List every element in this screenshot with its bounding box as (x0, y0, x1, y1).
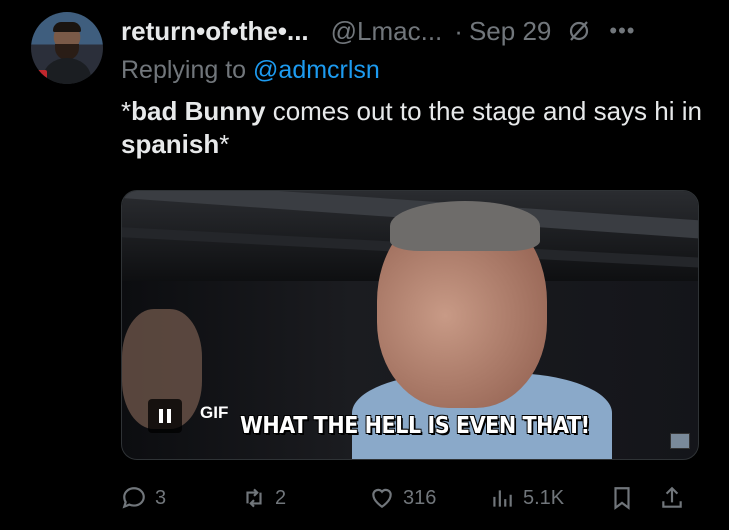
tweet-text-part: * (219, 129, 230, 159)
tweet-text-bold: bad Bunny (131, 96, 266, 126)
bookmark-icon (614, 487, 630, 510)
tweet-text-bold: spanish (121, 129, 220, 159)
repost-button[interactable]: 2 (241, 485, 286, 511)
reply-button[interactable]: 3 (121, 485, 166, 511)
action-bar: 3 2 316 5.1K (121, 480, 709, 516)
replying-prefix: Replying to (121, 56, 254, 84)
replying-to: Replying to @admcrlsn (121, 56, 380, 85)
heart-icon (372, 488, 392, 508)
reply-icon (122, 487, 145, 509)
avatar-accent (37, 70, 47, 80)
avatar-shirt (43, 58, 91, 84)
author-handle[interactable]: @Lmac... (331, 16, 443, 47)
separator-dot: · (454, 15, 463, 46)
tweet-text: *bad Bunny comes out to the stage and sa… (121, 95, 711, 161)
views-button[interactable]: 5.1K (489, 485, 564, 511)
tweet-text-part: * (121, 96, 132, 126)
share-button[interactable] (659, 485, 685, 511)
analytics-icon (493, 490, 512, 507)
media-man-hair (390, 201, 540, 251)
tweet-date[interactable]: Sep 29 (469, 16, 551, 47)
channel-logo (670, 433, 690, 449)
like-count: 316 (403, 486, 437, 509)
gif-media[interactable]: GIF WHAT THE HELL IS EVEN THAT! (121, 190, 699, 460)
bookmark-button[interactable] (609, 485, 635, 511)
repost-icon (246, 488, 262, 508)
reply-mention-link[interactable]: @admcrlsn (253, 56, 380, 84)
avatar[interactable] (31, 12, 103, 84)
avatar-hair (53, 22, 81, 32)
tweet-text-part: comes out to the stage and says hi in (265, 96, 702, 126)
author-display-name[interactable]: return•of•the•... (121, 16, 309, 47)
like-button[interactable]: 316 (369, 485, 436, 511)
share-icon (662, 486, 682, 508)
repost-count: 2 (275, 486, 287, 509)
views-count: 5.1K (523, 486, 565, 509)
gif-caption: WHAT THE HELL IS EVEN THAT! (240, 413, 590, 439)
reply-count: 3 (155, 486, 167, 509)
more-options-icon[interactable]: ••• (609, 20, 635, 42)
gif-badge: GIF (200, 403, 229, 422)
pause-icon-bar (159, 409, 163, 423)
tweet-header: return•of•the•... @Lmac... · Sep 29 ••• (121, 14, 709, 48)
grok-icon[interactable] (567, 19, 591, 43)
pause-button[interactable] (148, 399, 182, 433)
pause-icon-bar (167, 409, 171, 423)
